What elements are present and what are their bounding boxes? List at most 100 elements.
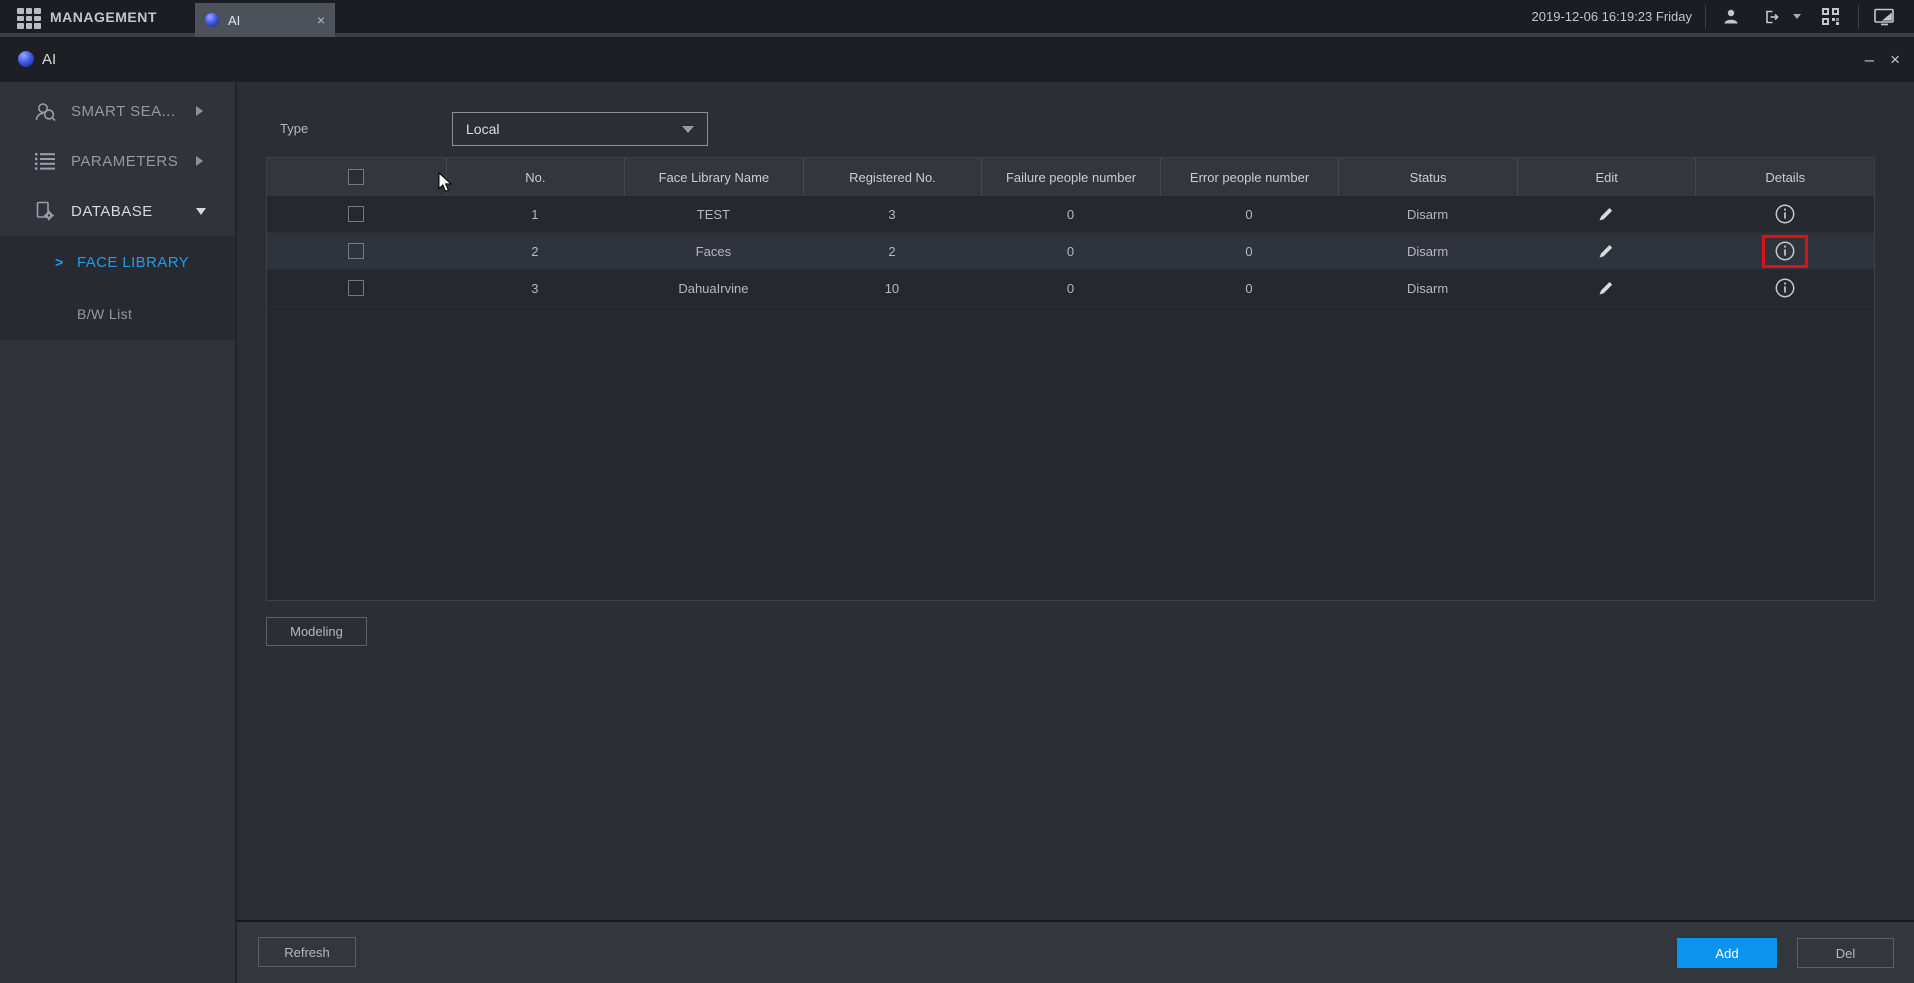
top-bar: MANAGEMENT AI × 2019-12-06 16:19:23 Frid… [0, 0, 1914, 37]
row-checkbox[interactable] [348, 206, 364, 222]
row-checkbox[interactable] [348, 280, 364, 296]
edit-button[interactable] [1517, 196, 1696, 232]
cell-status: Disarm [1338, 196, 1517, 232]
del-button[interactable]: Del [1797, 938, 1894, 968]
tab-ai[interactable]: AI × [195, 3, 335, 37]
database-submenu: > FACE LIBRARY B/W List [0, 236, 235, 340]
cell-face-library-name: Faces [624, 233, 803, 269]
details-highlight-box [1762, 272, 1808, 305]
table-header-row: No. Face Library Name Registered No. Fai… [267, 158, 1874, 196]
row-checkbox-cell [267, 270, 446, 306]
cell-face-library-name: TEST [624, 196, 803, 232]
cell-registered-no: 10 [803, 270, 982, 306]
logout-icon[interactable] [1764, 0, 1781, 33]
ai-orb-icon [205, 13, 219, 27]
cell-error-people-number: 0 [1160, 233, 1339, 269]
cell-status: Disarm [1338, 233, 1517, 269]
apps-grid-icon[interactable] [17, 8, 41, 29]
sidebar-item-database[interactable]: DATABASE [0, 186, 235, 236]
details-cell [1695, 196, 1874, 232]
edit-button[interactable] [1517, 270, 1696, 306]
close-icon[interactable]: × [1890, 51, 1900, 68]
dropdown-caret-icon [682, 126, 694, 133]
cell-status: Disarm [1338, 270, 1517, 306]
header-checkbox-cell [267, 158, 446, 196]
cell-registered-no: 3 [803, 196, 982, 232]
sidebar-item-bw-list[interactable]: B/W List [0, 288, 235, 340]
row-checkbox-cell [267, 233, 446, 269]
header-registered-no: Registered No. [803, 158, 982, 196]
datetime: 2019-12-06 16:19:23 Friday [1532, 0, 1692, 33]
cell-no: 2 [446, 233, 625, 269]
qr-code-icon[interactable] [1822, 0, 1839, 33]
details-cell [1695, 270, 1874, 306]
chevron-right-icon [196, 106, 203, 116]
details-highlight-box [1762, 198, 1808, 231]
window-title: AI [42, 37, 56, 82]
header-error-people-number: Error people number [1160, 158, 1339, 196]
sidebar: SMART SEA... PARAMETERS [0, 82, 237, 983]
sidebar-item-label: PARAMETERS [71, 153, 178, 170]
nvr-screen: MANAGEMENT AI × 2019-12-06 16:19:23 Frid… [0, 0, 1914, 983]
cell-face-library-name: DahuaIrvine [624, 270, 803, 306]
modeling-button[interactable]: Modeling [266, 617, 367, 646]
details-cell [1695, 233, 1874, 269]
footer-bar: Refresh Add Del [237, 920, 1914, 983]
tab-close-icon[interactable]: × [317, 13, 325, 27]
cell-no: 1 [446, 196, 625, 232]
header-face-library-name: Face Library Name [624, 158, 803, 196]
topbar-divider [1705, 5, 1706, 29]
management-label[interactable]: MANAGEMENT [50, 0, 157, 33]
sidebar-item-label: SMART SEA... [71, 103, 176, 120]
cell-error-people-number: 0 [1160, 196, 1339, 232]
table-row[interactable]: 1 TEST 3 0 0 Disarm [267, 196, 1874, 233]
chevron-right-icon [196, 156, 203, 166]
cell-failure-people-number: 0 [981, 270, 1160, 306]
sidebar-item-smart-search[interactable]: SMART SEA... [0, 86, 235, 136]
smart-search-icon [33, 101, 57, 122]
details-highlight-box [1762, 235, 1808, 268]
cell-no: 3 [446, 270, 625, 306]
sidebar-item-label: DATABASE [71, 203, 153, 220]
edit-button[interactable] [1517, 233, 1696, 269]
select-all-checkbox[interactable] [348, 169, 364, 185]
table-row[interactable]: 2 Faces 2 0 0 Disarm [267, 233, 1874, 270]
face-library-table: No. Face Library Name Registered No. Fai… [266, 157, 1875, 601]
display-icon[interactable] [1874, 0, 1895, 33]
header-details: Details [1695, 158, 1874, 196]
topbar-divider [1858, 5, 1859, 29]
sidebar-item-parameters[interactable]: PARAMETERS [0, 136, 235, 186]
active-chevron-icon: > [55, 254, 63, 270]
logout-caret-icon[interactable] [1793, 0, 1801, 33]
user-icon[interactable] [1722, 0, 1740, 33]
parameters-icon [33, 152, 57, 171]
cell-failure-people-number: 0 [981, 196, 1160, 232]
chevron-down-icon [196, 208, 206, 215]
header-edit: Edit [1517, 158, 1696, 196]
row-checkbox-cell [267, 196, 446, 232]
info-icon[interactable] [1774, 203, 1796, 225]
table-body: 1 TEST 3 0 0 Disarm 2 Faces 2 0 [267, 196, 1874, 307]
type-label: Type [280, 121, 308, 136]
info-icon[interactable] [1774, 277, 1796, 299]
row-checkbox[interactable] [348, 243, 364, 259]
cell-error-people-number: 0 [1160, 270, 1339, 306]
sidebar-item-label: B/W List [77, 306, 132, 322]
refresh-button[interactable]: Refresh [258, 937, 356, 967]
type-dropdown[interactable]: Local [452, 112, 708, 146]
header-failure-people-number: Failure people number [981, 158, 1160, 196]
sidebar-item-label: FACE LIBRARY [77, 254, 189, 271]
ai-window-orb-icon [18, 51, 34, 67]
info-icon[interactable] [1774, 240, 1796, 262]
tab-ai-label: AI [228, 13, 240, 28]
minimize-icon[interactable]: – [1865, 51, 1874, 68]
table-row[interactable]: 3 DahuaIrvine 10 0 0 Disarm [267, 270, 1874, 307]
header-no: No. [446, 158, 625, 196]
sidebar-item-face-library[interactable]: > FACE LIBRARY [0, 236, 235, 288]
header-status: Status [1338, 158, 1517, 196]
cell-failure-people-number: 0 [981, 233, 1160, 269]
type-dropdown-value: Local [466, 121, 499, 137]
database-icon [33, 201, 57, 221]
cell-registered-no: 2 [803, 233, 982, 269]
add-button[interactable]: Add [1677, 938, 1777, 968]
